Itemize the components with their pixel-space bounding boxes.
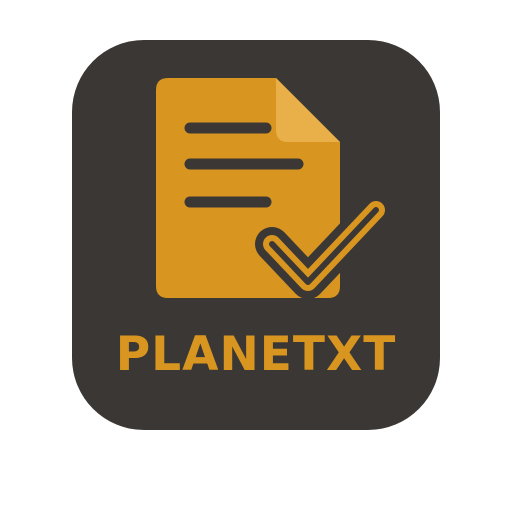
app-name-label: PLANETXT [115, 327, 397, 382]
document-check-icon [156, 78, 390, 299]
document-fold [276, 78, 340, 142]
